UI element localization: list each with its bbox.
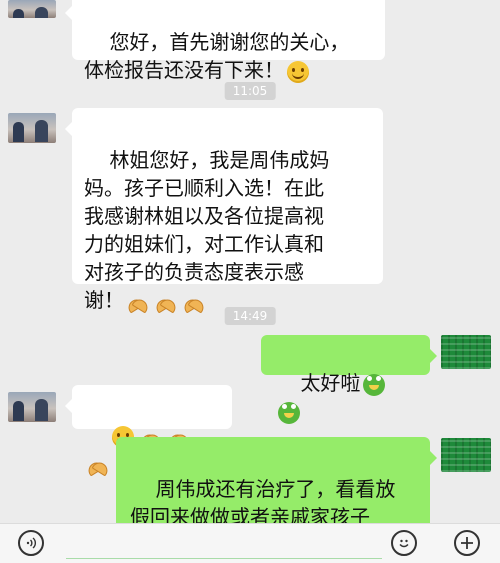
pray-emoji-icon [127,291,149,313]
message-input[interactable] [66,558,382,559]
emoji-icon-glyph [399,539,409,548]
message-bubble[interactable] [65,385,232,448]
input-toolbar [0,523,500,563]
message-text: 周伟成还有治疗了，看看放 假回来做做或者亲戚家孩子 过来保健也行 [130,477,396,523]
pray-emoji-icon [87,454,109,476]
smile-emoji-icon [287,60,309,83]
plus-icon[interactable] [454,530,480,556]
emoji-icon[interactable] [391,530,417,556]
pray-emoji-icon [183,291,205,313]
contact-avatar[interactable] [8,392,56,422]
message-text: 您好，首先谢谢您的关心， 体检报告还没有下来！ [84,30,350,82]
my-avatar[interactable] [441,335,491,369]
voice-icon-glyph [26,537,37,549]
chat-area[interactable]: 您好，首先谢谢您的关心， 体检报告还没有下来！ 11:05 林姐您好，我是周伟成… [0,0,500,523]
frog-emoji-icon [363,373,386,396]
timestamp: 14:49 [224,307,276,325]
message-text: 太好啦 [300,371,361,395]
message-bubble[interactable]: 林姐您好，我是周伟成妈 妈。孩子已顺利入选！在此 我感谢林姐以及各位提高视 力的… [65,108,383,312]
frog-emoji-icon [278,401,300,424]
plus-icon-glyph [461,537,473,549]
contact-avatar[interactable] [8,113,56,143]
contact-avatar[interactable] [8,0,56,18]
message-bubble[interactable]: 周伟成还有治疗了，看看放 假回来做做或者亲戚家孩子 过来保健也行 [116,437,437,523]
message-text: 林姐您好，我是周伟成妈 妈。孩子已顺利入选！在此 我感谢林姐以及各位提高视 力的… [84,148,330,312]
my-avatar[interactable] [441,438,491,472]
timestamp: 11:05 [224,82,276,100]
pray-emoji-icon [155,291,177,313]
message-bubble[interactable]: 您好，首先谢谢您的关心， 体检报告还没有下来！ [65,0,385,83]
voice-icon[interactable] [18,530,44,556]
message-bubble[interactable]: 太好啦 [261,335,437,424]
